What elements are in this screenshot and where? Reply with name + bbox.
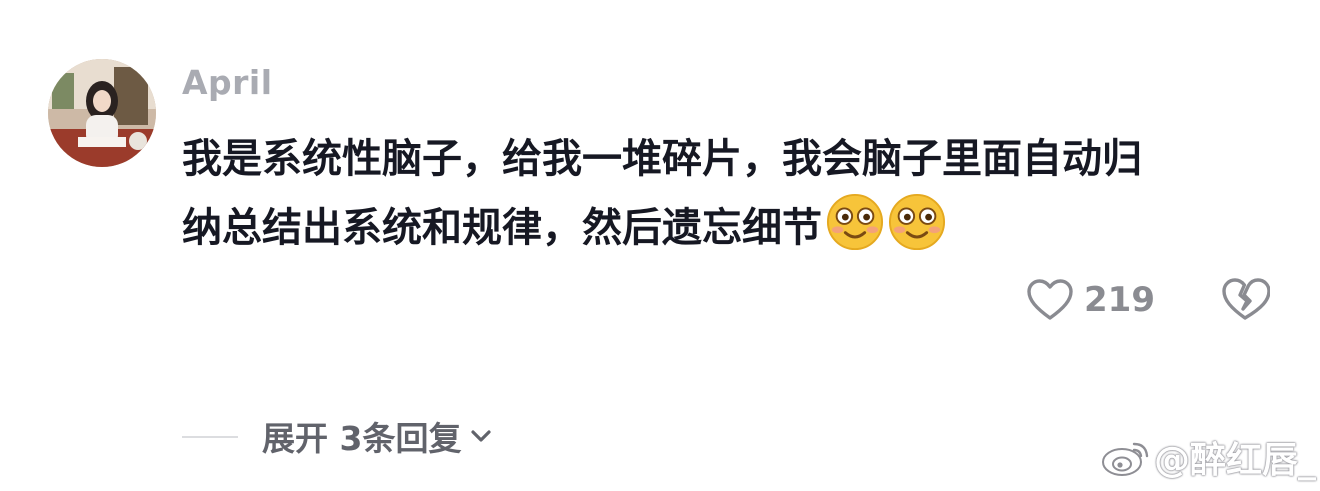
comment-text-line-1: 我是系统性脑子，给我一堆碎片，我会脑子里面自动归 — [182, 136, 1142, 182]
replies-divider — [182, 436, 238, 438]
comment-text: 我是系统性脑子，给我一堆碎片，我会脑子里面自动归 纳总结出系统和规律，然后遗忘细… — [182, 125, 1262, 262]
blushing-face-icon — [826, 193, 884, 251]
comment-text-line-2-content: 纳总结出系统和规律，然后遗忘细节 — [182, 205, 822, 251]
dislike-button[interactable] — [1220, 276, 1271, 324]
weibo-logo-icon — [1102, 442, 1149, 476]
avatar-photo — [48, 59, 156, 167]
blushing-face-icon — [888, 193, 946, 251]
like-count: 219 — [1084, 280, 1155, 320]
like-button[interactable]: 219 — [1026, 276, 1155, 324]
expand-replies-button[interactable]: 展开 3条回复 — [262, 414, 493, 458]
weibo-watermark: @醉红唇_ — [1100, 432, 1316, 482]
username[interactable]: April — [182, 63, 273, 102]
heart-icon — [1027, 279, 1073, 320]
comment-text-line-2: 纳总结出系统和规律，然后遗忘细节 — [182, 193, 1262, 262]
watermark-text: @醉红唇_ — [1154, 440, 1317, 481]
expand-replies-label: 展开 3条回复 — [262, 419, 462, 458]
comment-item: April 我是系统性脑子，给我一堆碎片，我会脑子里面自动归 纳总结出系统和规律… — [0, 0, 1320, 491]
chevron-down-icon — [471, 430, 492, 442]
avatar[interactable] — [48, 59, 156, 167]
broken-heart-icon — [1222, 278, 1271, 320]
